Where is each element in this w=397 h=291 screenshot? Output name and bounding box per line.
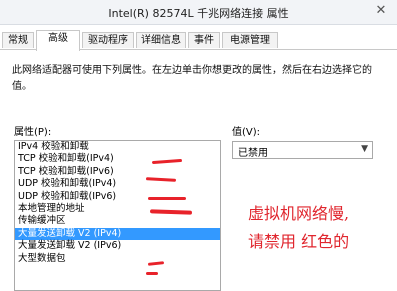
value-label: 值(V): (232, 127, 261, 138)
red-mark (146, 272, 158, 275)
list-item-selected[interactable]: 大量发送卸载 V2 (IPv4) (15, 227, 220, 241)
list-item[interactable]: TCP 校验和卸载(IPv6) (15, 166, 220, 178)
close-icon[interactable]: ✕ (373, 3, 389, 19)
list-item[interactable]: 大量发送卸载 V2 (IPv6) (15, 240, 220, 252)
tab-driver[interactable]: 驱动程序 (82, 32, 134, 48)
annotation-line-1: 虚拟机网络慢, (248, 204, 350, 223)
description-text: 此网络适配器可使用下列属性。在左边单击你想更改的属性，然后在右边选择它的值。 (12, 65, 372, 92)
value-dropdown-selected: 已禁用 (238, 148, 268, 159)
property-list[interactable]: IPv4 校验和卸载 TCP 校验和卸载(IPv4) TCP 校验和卸载(IPv… (14, 140, 221, 291)
tab-power-management[interactable]: 电源管理 (222, 32, 278, 48)
tab-strip: 常规 高级 驱动程序 详细信息 事件 电源管理 (0, 30, 397, 51)
list-item[interactable]: IPv4 校验和卸载 (15, 141, 220, 153)
list-item[interactable]: UDP 校验和卸载(IPv4) (15, 178, 220, 190)
list-item[interactable]: 传输缓冲区 (15, 215, 220, 227)
list-item[interactable]: UDP 校验和卸载(IPv6) (15, 191, 220, 203)
tab-events[interactable]: 事件 (188, 32, 220, 48)
tab-general[interactable]: 常规 (2, 32, 34, 48)
window-title: Intel(R) 82574L 千兆网络连接 属性 (108, 7, 289, 20)
list-item[interactable]: 大型数据包 (15, 253, 220, 265)
value-dropdown[interactable]: 已禁用 ▼ (232, 141, 373, 159)
title-bar: Intel(R) 82574L 千兆网络连接 属性 ✕ (0, 0, 397, 25)
annotation-line-2: 请禁用 红色的 (248, 232, 350, 251)
chevron-down-icon[interactable]: ▼ (361, 144, 368, 154)
red-mark (148, 197, 186, 200)
tab-details[interactable]: 详细信息 (136, 32, 186, 48)
tab-advanced[interactable]: 高级 (36, 30, 80, 51)
property-label: 属性(P): (14, 127, 52, 138)
list-item[interactable]: TCP 校验和卸载(IPv4) (15, 153, 220, 165)
